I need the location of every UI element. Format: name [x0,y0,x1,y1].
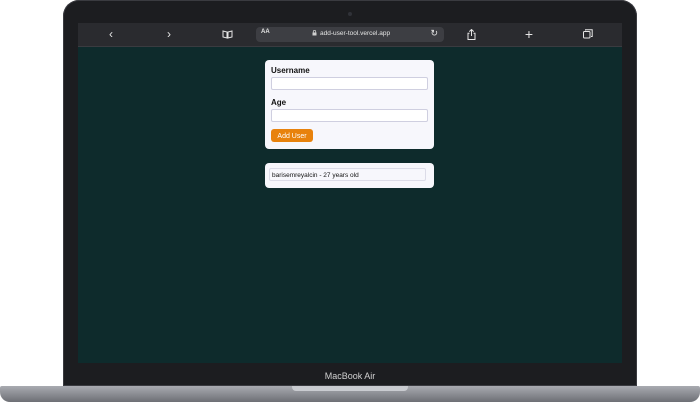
camera-icon [348,12,352,16]
age-label: Age [271,98,287,107]
browser-toolbar: ‹ › AA add-user-tool.vercel.app ↻ + [78,23,622,47]
age-input[interactable] [271,109,428,122]
add-user-form: Username Age Add User [265,60,434,149]
url-text: add-user-tool.vercel.app [320,30,391,37]
username-input[interactable] [271,77,428,90]
reader-aa-button[interactable]: AA [261,29,270,35]
users-list: barisemreyalcin - 27 years old [265,163,434,188]
laptop-base [0,386,700,402]
tabs-icon[interactable] [580,23,596,46]
back-icon[interactable]: ‹ [103,23,119,46]
browser-window: ‹ › AA add-user-tool.vercel.app ↻ + User… [78,23,622,363]
username-label: Username [271,66,310,75]
device-brand-label: MacBook Air [324,371,376,381]
book-icon[interactable] [219,23,235,46]
lock-icon [312,30,317,38]
add-user-button[interactable]: Add User [271,129,313,142]
list-item: barisemreyalcin - 27 years old [269,168,426,181]
reload-icon[interactable]: ↻ [430,28,438,39]
forward-icon[interactable]: › [161,23,177,46]
address-bar[interactable]: AA add-user-tool.vercel.app ↻ [256,27,444,42]
plus-icon[interactable]: + [521,23,537,46]
lid-notch [292,386,408,391]
share-icon[interactable] [463,23,479,46]
